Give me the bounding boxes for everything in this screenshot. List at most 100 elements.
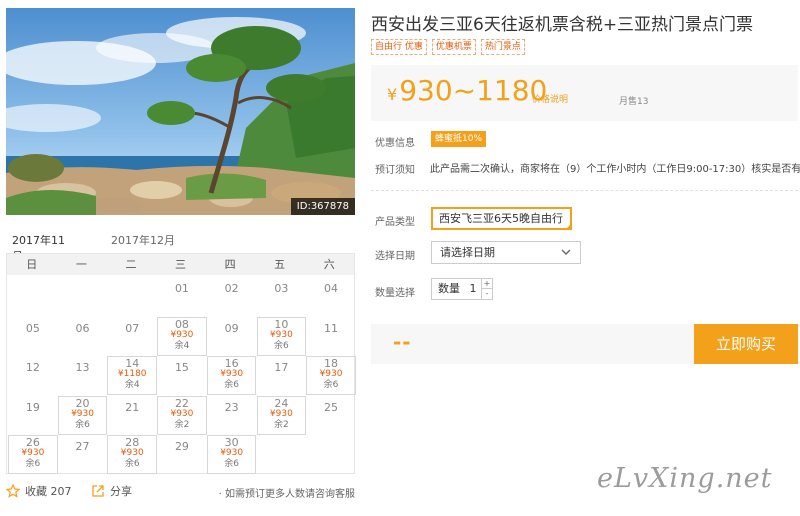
day-number: 10	[274, 317, 289, 331]
quantity-buttons: + -	[481, 279, 492, 299]
calendar-day: 03	[257, 277, 307, 316]
day-number: 06	[75, 321, 90, 335]
calendar-day: 12	[8, 356, 58, 395]
date-label: 选择日期	[375, 251, 415, 262]
calendar-grid: 01 02 03 04 05 06 07 08 ¥930 余4 09 10 ¥930 余6 11 12 13 14…	[7, 275, 356, 475]
calendar-day-available[interactable]: 08 ¥930 余4	[157, 316, 207, 356]
quantity-stepper[interactable]: 数量 1 + -	[431, 278, 493, 300]
calendar-day: 13	[58, 356, 108, 395]
day-number: 20	[75, 396, 90, 410]
calendar-day: 01	[157, 277, 207, 316]
calendar-day: 19	[8, 396, 58, 435]
buy-now-button[interactable]: 立即购买	[694, 324, 798, 364]
day-stock: 余2	[273, 419, 289, 430]
day-number: 04	[324, 282, 339, 295]
date-placeholder: 请选择日期	[440, 246, 495, 259]
day-price: ¥930	[269, 329, 293, 340]
calendar-day-available[interactable]: 28 ¥930 余6	[107, 435, 158, 475]
calendar-day: 27	[58, 435, 108, 474]
day-stock: 余2	[174, 419, 190, 430]
calendar-day: 29	[157, 435, 207, 474]
day-number: 19	[25, 400, 40, 414]
quantity-minus-button[interactable]: -	[482, 289, 492, 299]
day-number: 25	[324, 400, 339, 414]
calendar-day-available[interactable]: 14 ¥1180 余4	[107, 356, 158, 396]
share-icon	[92, 485, 104, 497]
day-number: 02	[224, 282, 239, 295]
calendar-day-available[interactable]: 16 ¥930 余6	[206, 356, 257, 396]
day-stock: 余6	[75, 419, 90, 430]
divider	[371, 190, 798, 191]
calendar-day: 23	[207, 396, 257, 435]
calendar-day: 07	[107, 317, 157, 356]
product-tags: 自由行 优惠 优惠机票 热门景点	[371, 39, 525, 55]
weekday-header: 日 一 二 三 四 五 六	[7, 254, 354, 275]
day-number: 30	[224, 436, 239, 450]
day-number: 09	[224, 321, 239, 335]
calendar-day-available[interactable]: 22 ¥930 余2	[157, 395, 207, 435]
date-select[interactable]: 请选择日期	[431, 241, 581, 264]
availability-calendar: 日 一 二 三 四 五 六 01 02 03 04 05 06 07 08 ¥930 余4 09 10…	[6, 253, 356, 475]
calendar-day-available[interactable]: 20 ¥930 余6	[57, 395, 108, 435]
day-number: 22	[174, 396, 189, 410]
tag-badge: 热门景点	[480, 39, 525, 55]
day-number: 07	[125, 321, 140, 335]
day-stock: 余4	[174, 340, 190, 351]
calendar-day-available[interactable]: 26 ¥930 余6	[8, 435, 58, 475]
day-number: 24	[274, 396, 289, 410]
favorite-button[interactable]: 收藏 207	[6, 483, 72, 499]
weekday-label: 一	[75, 258, 87, 271]
day-price: ¥1180	[117, 369, 147, 380]
share-label: 分享	[110, 485, 132, 498]
day-price: ¥930	[220, 369, 244, 380]
quantity-prefix: 数量	[438, 282, 460, 295]
day-number: 15	[174, 361, 189, 375]
day-number: 23	[224, 400, 239, 414]
product-type-value: 西安飞三亚6天5晚自由行	[439, 212, 563, 225]
selected-corner-icon	[565, 223, 572, 230]
day-number: 12	[25, 361, 40, 375]
calendar-day: 09	[207, 317, 257, 356]
image-id-label: ID:367878	[290, 198, 355, 215]
product-type-option[interactable]: 西安飞三亚6天5晚自由行	[431, 207, 572, 230]
day-number: 05	[25, 321, 40, 335]
calendar-day-available[interactable]: 24 ¥930 余2	[256, 395, 307, 435]
chevron-down-icon	[561, 249, 571, 255]
weekday-label: 日	[26, 258, 38, 271]
calendar-day: 05	[8, 317, 58, 356]
day-stock: 余6	[25, 459, 41, 470]
day-number: 03	[274, 282, 289, 295]
day-number: 14	[125, 357, 140, 371]
day-number: 27	[75, 440, 90, 454]
tab-2017-12[interactable]: 2017年12月	[105, 230, 181, 253]
calendar-day: 11	[306, 317, 356, 356]
calendar-day: 06	[58, 317, 108, 356]
watermark-logo: eLvXing.net	[597, 463, 773, 494]
calendar-day-available[interactable]: 18 ¥930 余6	[306, 356, 356, 396]
tag-badge: 自由行 优惠	[371, 39, 427, 55]
price-panel: ¥ 930~1180 价格说明 月售13	[371, 65, 798, 121]
calendar-day: 02	[207, 277, 257, 316]
calendar-day-available[interactable]: 30 ¥930 余6	[206, 435, 257, 475]
promo-label: 优惠信息	[375, 138, 415, 149]
day-number: 29	[174, 440, 189, 454]
calendar-day: 17	[257, 356, 307, 395]
currency-symbol: ¥	[387, 85, 398, 104]
notice-label: 预订须知	[375, 165, 415, 176]
price-explanation-link[interactable]: 价格说明	[532, 92, 568, 105]
day-stock: 余6	[273, 340, 289, 351]
day-stock: 余4	[124, 380, 140, 391]
calendar-day: 21	[107, 396, 157, 435]
month-tabs: 2017年11月 2017年12月	[6, 230, 355, 272]
weekday-label: 二	[125, 258, 137, 271]
quantity-value: 1	[469, 282, 477, 295]
day-number: 16	[224, 357, 239, 371]
calendar-day-available[interactable]: 10 ¥930 余6	[256, 316, 307, 356]
weekday-label: 六	[323, 258, 335, 271]
share-button[interactable]: 分享	[91, 483, 132, 499]
day-price: ¥930	[269, 408, 293, 419]
quantity-plus-button[interactable]: +	[482, 279, 492, 289]
weekday-label: 四	[224, 258, 236, 271]
day-number: 18	[324, 357, 339, 371]
product-type-label: 产品类型	[375, 217, 415, 228]
